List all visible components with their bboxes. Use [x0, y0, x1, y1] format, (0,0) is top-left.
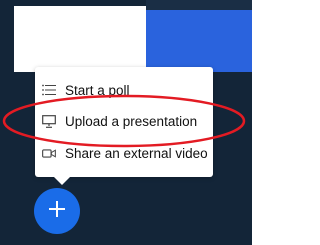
- menu-item-share-video[interactable]: Share an external video: [35, 139, 213, 167]
- actions-button[interactable]: [34, 188, 80, 234]
- plus-icon: [47, 199, 67, 223]
- actions-menu: Start a poll Upload a presentation Share…: [35, 67, 213, 177]
- menu-item-start-poll[interactable]: Start a poll: [35, 76, 213, 104]
- menu-item-upload-presentation[interactable]: Upload a presentation: [35, 107, 213, 135]
- poll-list-icon: [42, 83, 56, 97]
- presentation-stage: Start a poll Upload a presentation Share…: [0, 0, 252, 245]
- menu-item-label: Start a poll: [65, 82, 130, 98]
- presentation-panel: [146, 0, 252, 72]
- presentation-icon: [42, 114, 56, 128]
- menu-item-label: Upload a presentation: [65, 113, 198, 129]
- menu-item-label: Share an external video: [65, 145, 208, 161]
- menu-pointer-arrow: [53, 176, 71, 185]
- presentation-slide-area: [14, 6, 148, 72]
- video-camera-icon: [42, 146, 56, 160]
- presentation-panel-frame: [146, 0, 252, 10]
